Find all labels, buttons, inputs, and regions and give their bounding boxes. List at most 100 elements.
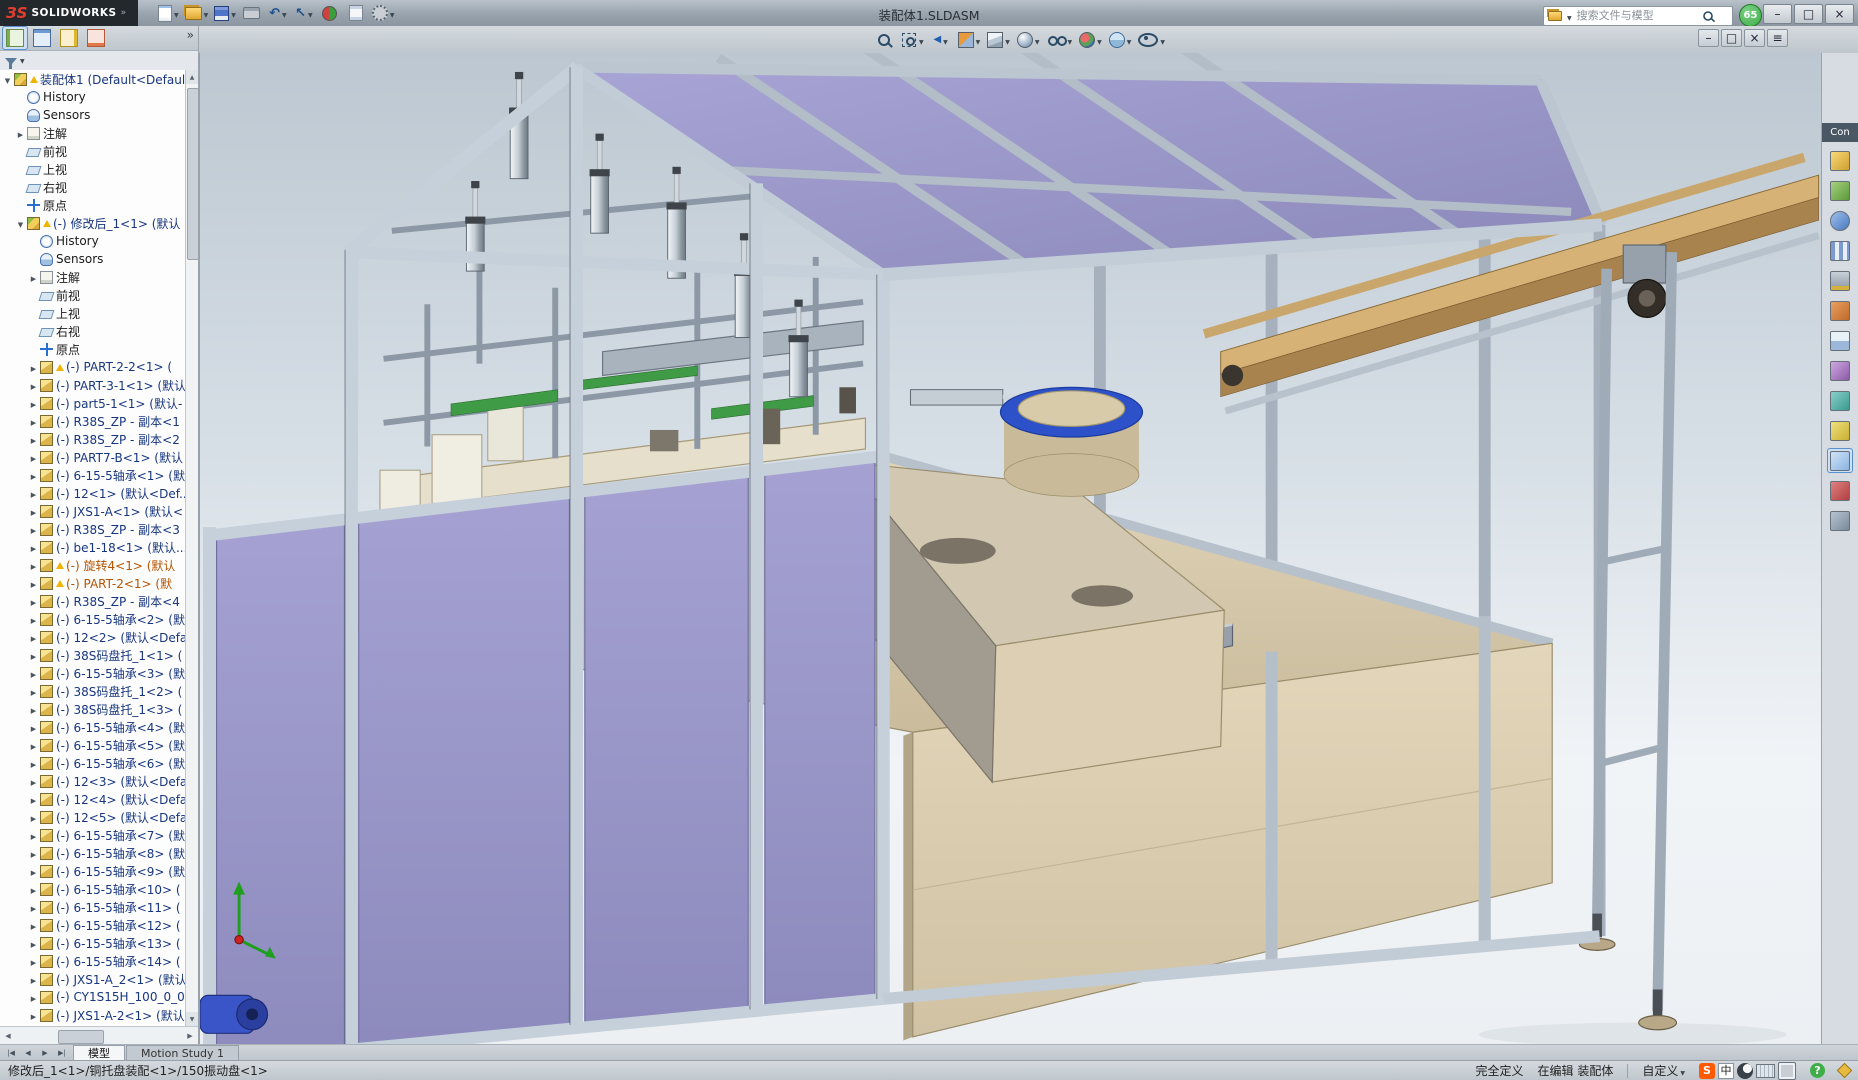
- print-button[interactable]: [240, 2, 264, 25]
- dropdown-caret-icon[interactable]: [1125, 33, 1132, 47]
- ime-keyboard-icon[interactable]: [1756, 1063, 1775, 1078]
- tree-expander-icon[interactable]: [28, 630, 39, 644]
- tree-expander-icon[interactable]: [28, 882, 39, 896]
- previous-view-button[interactable]: ◀: [929, 28, 953, 51]
- save-button[interactable]: [212, 2, 238, 25]
- tree-item[interactable]: (-) 6-15-5轴承<7> (默: [0, 826, 186, 844]
- tree-item[interactable]: (-) part5-1<1> (默认-: [0, 394, 186, 412]
- dropdown-caret-icon[interactable]: [388, 6, 395, 20]
- drive-motor[interactable]: [200, 994, 269, 1034]
- hide-show-items-button[interactable]: [1045, 28, 1075, 51]
- tree-expander-icon[interactable]: [28, 972, 39, 986]
- configurationmanager-tab[interactable]: [57, 27, 81, 49]
- tab-scroll-prev-button[interactable]: ◀: [20, 1045, 36, 1061]
- select-button[interactable]: ↖: [292, 2, 316, 25]
- propertymanager-tab[interactable]: [30, 27, 54, 49]
- view-orientation-button[interactable]: [985, 28, 1012, 51]
- tree-item[interactable]: (-) 12<5> (默认<Defa: [0, 808, 186, 826]
- notification-badge[interactable]: 65: [1739, 4, 1762, 27]
- search-icon[interactable]: [1701, 9, 1714, 22]
- tree-item[interactable]: (-) PART-2-2<1> (: [0, 358, 186, 376]
- displaymanager-tab[interactable]: [84, 27, 108, 49]
- tree-expander-icon[interactable]: [28, 684, 39, 698]
- tree-expander-icon[interactable]: [28, 864, 39, 878]
- tree-item[interactable]: (-) 修改后_1<1> (默认: [0, 214, 186, 232]
- tree-item[interactable]: (-) 38S码盘托_1<2> (: [0, 682, 186, 700]
- featuremanager-tree-tab[interactable]: [2, 26, 28, 50]
- dropdown-caret-icon[interactable]: [917, 33, 924, 47]
- tree-expander-icon[interactable]: [28, 540, 39, 554]
- toolbar-options-button[interactable]: ≡: [1767, 29, 1788, 47]
- tree-expander-icon[interactable]: [28, 612, 39, 626]
- tree-item[interactable]: 注解: [0, 124, 186, 142]
- tree-item[interactable]: 原点: [0, 196, 186, 214]
- tree-item[interactable]: 前视: [0, 142, 186, 160]
- search-scope-folder-icon[interactable]: [1548, 10, 1562, 21]
- assembly-features-button[interactable]: [1828, 359, 1852, 382]
- dropdown-caret-icon[interactable]: [1033, 33, 1040, 47]
- scroll-up-icon[interactable]: ▲: [186, 70, 198, 84]
- show-hidden-components-button[interactable]: [1828, 329, 1852, 352]
- tree-item[interactable]: (-) 6-15-5轴承<3> (默: [0, 664, 186, 682]
- tree-expander-icon[interactable]: [28, 558, 39, 572]
- tree-item[interactable]: (-) 6-15-5轴承<6> (默: [0, 754, 186, 772]
- tree-horizontal-scrollbar[interactable]: ◀ ▶: [0, 1026, 198, 1044]
- dropdown-caret-icon[interactable]: [1003, 33, 1010, 47]
- apply-scene-button[interactable]: [1107, 28, 1134, 51]
- menu-expand-icon[interactable]: »: [121, 8, 127, 18]
- scroll-left-icon[interactable]: ◀: [0, 1028, 16, 1044]
- tab-scroll-first-button[interactable]: |◀: [3, 1045, 19, 1061]
- tree-expander-icon[interactable]: [28, 828, 39, 842]
- tree-expander-icon[interactable]: [15, 216, 26, 230]
- tree-item[interactable]: Sensors: [0, 106, 186, 124]
- tab-scroll-last-button[interactable]: ▶|: [54, 1045, 70, 1061]
- tree-item[interactable]: History: [0, 232, 186, 250]
- tree-item[interactable]: (-) 6-15-5轴承<8> (默: [0, 844, 186, 862]
- tree-item[interactable]: (-) 6-15-5轴承<5> (默: [0, 736, 186, 754]
- zoom-fit-button[interactable]: [872, 28, 896, 51]
- tree-expander-icon[interactable]: [2, 72, 13, 86]
- tree-hscroll-thumb[interactable]: [58, 1029, 104, 1044]
- tree-item[interactable]: (-) 38S码盘托_1<1> (: [0, 646, 186, 664]
- smart-fasteners-button[interactable]: [1828, 269, 1852, 292]
- options-button[interactable]: [370, 2, 397, 25]
- tree-expander-icon[interactable]: [28, 378, 39, 392]
- dropdown-caret-icon[interactable]: [1095, 33, 1102, 47]
- tree-expander-icon[interactable]: [28, 360, 39, 374]
- edit-component-button[interactable]: [1828, 149, 1852, 172]
- tree-item[interactable]: (-) PART-2<1> (默: [0, 574, 186, 592]
- tree-item[interactable]: (-) be1-18<1> (默认...: [0, 538, 186, 556]
- tree-expander-icon[interactable]: [28, 738, 39, 752]
- tree-item[interactable]: (-) PART-3-1<1> (默认: [0, 376, 186, 394]
- view-settings-button[interactable]: [1136, 28, 1167, 51]
- filter-funnel-icon[interactable]: [5, 57, 17, 69]
- tree-expander-icon[interactable]: [28, 576, 39, 590]
- zoom-area-button[interactable]: [899, 28, 926, 51]
- tree-item[interactable]: (-) R38S_ZP - 副本<1: [0, 412, 186, 430]
- undo-button[interactable]: ↶: [266, 2, 290, 25]
- tree-expander-icon[interactable]: [28, 504, 39, 518]
- tree-expander-icon[interactable]: [28, 270, 39, 284]
- tree-hscroll-track[interactable]: [16, 1029, 182, 1044]
- tree-item[interactable]: (-) 12<2> (默认<Defa: [0, 628, 186, 646]
- dropdown-caret-icon[interactable]: [941, 33, 948, 47]
- tree-item[interactable]: (-) JXS1-A-2<1> (默认: [0, 1006, 186, 1024]
- tree-item[interactable]: (-) 6-15-5轴承<10> (: [0, 880, 186, 898]
- tree-item[interactable]: 注解: [0, 268, 186, 286]
- tree-item[interactable]: (-) 12<3> (默认<Defa: [0, 772, 186, 790]
- section-view-button[interactable]: [956, 28, 983, 51]
- assembly-3d-view[interactable]: [200, 53, 1821, 1044]
- tree-expander-icon[interactable]: [28, 486, 39, 500]
- tree-item[interactable]: (-) 12<4> (默认<Defa: [0, 790, 186, 808]
- new-motion-study-button[interactable]: [1828, 419, 1852, 442]
- tree-item[interactable]: (-) 旋转4<1> (默认: [0, 556, 186, 574]
- tree-item[interactable]: 原点: [0, 340, 186, 358]
- move-component-button[interactable]: [1828, 299, 1852, 322]
- tree-item[interactable]: (-) JXS1-A<1> (默认<: [0, 502, 186, 520]
- tree-expander-icon[interactable]: [28, 918, 39, 932]
- sogou-logo-icon[interactable]: S: [1699, 1062, 1715, 1079]
- dropdown-caret-icon[interactable]: [229, 6, 236, 20]
- tree-expander-icon[interactable]: [28, 954, 39, 968]
- tree-item[interactable]: 上视: [0, 160, 186, 178]
- search-input[interactable]: [1574, 8, 1697, 23]
